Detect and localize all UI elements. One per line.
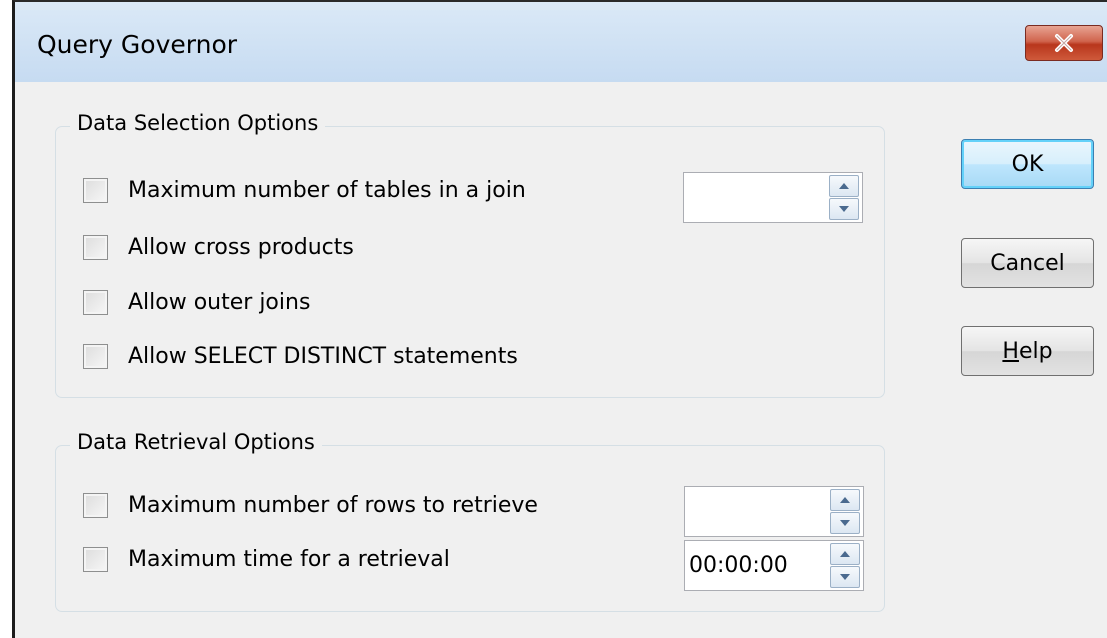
arrow-up-icon bbox=[839, 183, 849, 189]
max-time-value[interactable]: 00:00:00 bbox=[689, 553, 788, 578]
arrow-down-icon bbox=[840, 520, 850, 526]
help-button-label: Help bbox=[1002, 339, 1052, 364]
data-retrieval-legend: Data Retrieval Options bbox=[70, 430, 322, 454]
max-time-checkbox[interactable] bbox=[83, 547, 108, 572]
outer-joins-label: Allow outer joins bbox=[128, 290, 311, 315]
arrow-down-icon bbox=[839, 206, 849, 212]
max-rows-checkbox[interactable] bbox=[83, 493, 108, 518]
max-time-spinner[interactable]: 00:00:00 bbox=[684, 540, 864, 591]
cross-products-checkbox[interactable] bbox=[83, 235, 108, 260]
data-retrieval-groupbox: Data Retrieval Options Maximum number of… bbox=[55, 430, 885, 612]
cancel-button-label: Cancel bbox=[990, 250, 1065, 276]
max-tables-down-button[interactable] bbox=[829, 198, 859, 220]
option-max-tables[interactable]: Maximum number of tables in a join bbox=[83, 178, 526, 203]
max-time-label: Maximum time for a retrieval bbox=[128, 547, 450, 572]
query-governor-dialog: Query Governor Data Selection Options Ma… bbox=[12, 0, 1107, 638]
title-bar[interactable]: Query Governor bbox=[15, 2, 1107, 82]
help-mnemonic: H bbox=[1002, 338, 1019, 364]
cross-products-label: Allow cross products bbox=[128, 235, 354, 260]
max-tables-up-button[interactable] bbox=[829, 175, 859, 197]
select-distinct-checkbox[interactable] bbox=[83, 344, 108, 369]
max-tables-spinner[interactable] bbox=[683, 172, 863, 223]
max-tables-label: Maximum number of tables in a join bbox=[128, 178, 526, 203]
max-time-down-button[interactable] bbox=[830, 566, 860, 588]
max-rows-up-button[interactable] bbox=[830, 489, 860, 511]
select-distinct-label: Allow SELECT DISTINCT statements bbox=[128, 344, 518, 369]
ok-button-label: OK bbox=[1011, 151, 1044, 177]
arrow-up-icon bbox=[840, 497, 850, 503]
option-cross-products[interactable]: Allow cross products bbox=[83, 235, 354, 260]
cancel-button[interactable]: Cancel bbox=[961, 238, 1094, 288]
data-selection-legend: Data Selection Options bbox=[70, 111, 326, 135]
data-selection-groupbox: Data Selection Options Maximum number of… bbox=[55, 111, 885, 398]
help-button[interactable]: Help bbox=[961, 326, 1094, 376]
max-rows-down-button[interactable] bbox=[830, 512, 860, 534]
ok-button[interactable]: OK bbox=[961, 139, 1094, 189]
option-select-distinct[interactable]: Allow SELECT DISTINCT statements bbox=[83, 344, 518, 369]
help-label-rest: elp bbox=[1018, 338, 1053, 364]
option-max-rows[interactable]: Maximum number of rows to retrieve bbox=[83, 493, 538, 518]
option-max-time[interactable]: Maximum time for a retrieval bbox=[83, 547, 450, 572]
max-time-up-button[interactable] bbox=[830, 543, 860, 565]
max-rows-label: Maximum number of rows to retrieve bbox=[128, 493, 538, 518]
max-tables-checkbox[interactable] bbox=[83, 178, 108, 203]
window-title: Query Governor bbox=[37, 30, 238, 59]
close-icon bbox=[1055, 34, 1073, 52]
close-button[interactable] bbox=[1025, 25, 1103, 61]
option-outer-joins[interactable]: Allow outer joins bbox=[83, 290, 310, 315]
arrow-down-icon bbox=[840, 574, 850, 580]
outer-joins-checkbox[interactable] bbox=[83, 290, 108, 315]
arrow-up-icon bbox=[840, 551, 850, 557]
max-rows-spinner[interactable] bbox=[684, 486, 864, 537]
